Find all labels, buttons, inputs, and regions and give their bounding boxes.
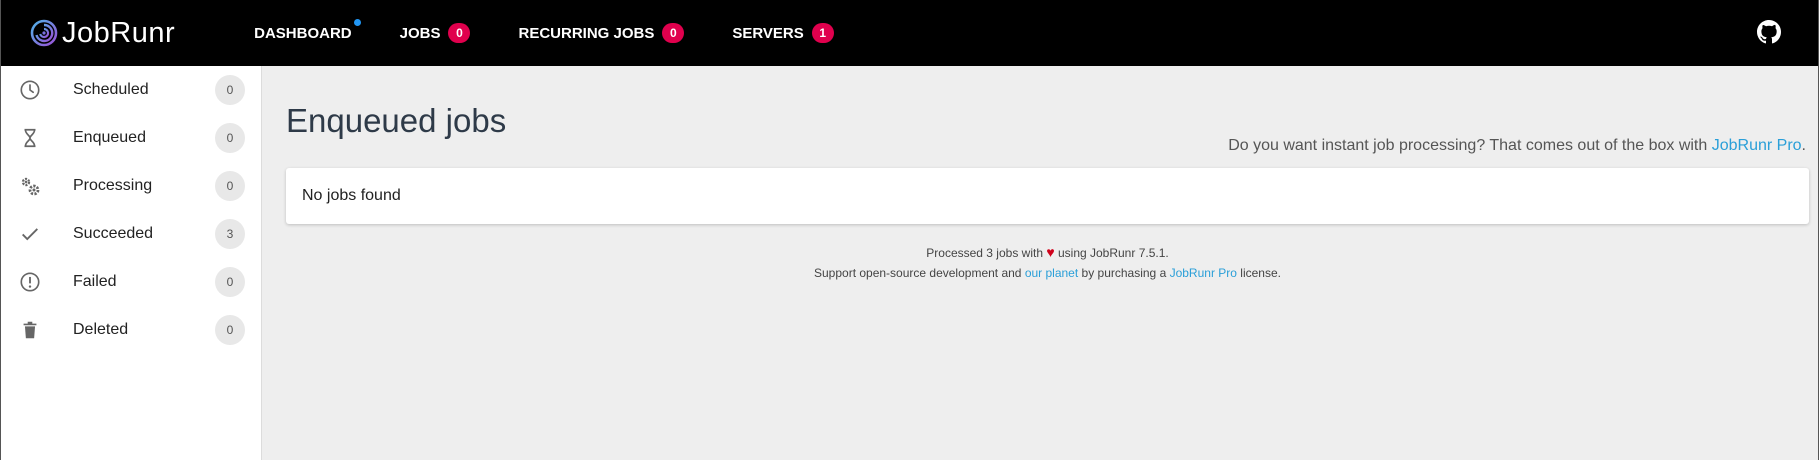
sidebar-item-processing[interactable]: Processing 0 xyxy=(1,162,261,210)
jobrunr-pro-footer-link[interactable]: JobRunr Pro xyxy=(1170,266,1237,280)
footer-text: license. xyxy=(1236,266,1281,280)
nav-dashboard-label: DASHBOARD xyxy=(254,24,352,42)
footer-line-2: Support open-source development and our … xyxy=(286,263,1809,283)
main-content: Enqueued jobs Do you want instant job pr… xyxy=(263,66,1818,460)
main-nav: DASHBOARD JOBS 0 RECURRING JOBS 0 SERVER… xyxy=(254,18,882,43)
sidebar-item-scheduled[interactable]: Scheduled 0 xyxy=(1,66,261,114)
check-icon xyxy=(18,222,42,246)
jobrunr-pro-link[interactable]: JobRunr Pro xyxy=(1712,137,1802,154)
sidebar-item-succeeded[interactable]: Succeeded 3 xyxy=(1,210,261,258)
sidebar-item-deleted[interactable]: Deleted 0 xyxy=(1,306,261,354)
footer-text: Support open-source development and xyxy=(814,266,1025,280)
jobrunr-logo-icon xyxy=(30,19,58,47)
heart-icon: ♥ xyxy=(1046,244,1055,260)
brand-name: JobRunr xyxy=(62,16,176,49)
sidebar-item-label: Succeeded xyxy=(73,225,154,242)
nav-servers-label: SERVERS xyxy=(732,24,804,42)
sidebar-item-enqueued[interactable]: Enqueued 0 xyxy=(1,114,261,162)
notification-dot xyxy=(353,18,361,26)
our-planet-link[interactable]: our planet xyxy=(1025,266,1078,280)
count-badge: 0 xyxy=(215,171,245,201)
pro-promo: Do you want instant job processing? That… xyxy=(1228,137,1806,155)
sidebar-item-failed[interactable]: Failed 0 xyxy=(1,258,261,306)
count-badge: 0 xyxy=(215,75,245,105)
empty-state-message: No jobs found xyxy=(302,187,401,204)
count-badge: 0 xyxy=(215,315,245,345)
sidebar: Scheduled 0 Enqueued 0 Processing 0 Succ… xyxy=(1,66,262,460)
recurring-jobs-count-badge: 0 xyxy=(662,23,685,43)
nav-jobs[interactable]: JOBS 0 xyxy=(400,23,471,43)
jobs-count-badge: 0 xyxy=(448,23,471,43)
github-icon[interactable] xyxy=(1757,20,1781,44)
sidebar-item-label: Processing xyxy=(73,177,153,194)
nav-jobs-label: JOBS xyxy=(399,24,441,42)
nav-servers[interactable]: SERVERS 1 xyxy=(732,23,834,43)
hourglass-icon xyxy=(18,126,42,150)
count-badge: 3 xyxy=(215,219,245,249)
page-title: Enqueued jobs xyxy=(286,102,507,139)
promo-end: . xyxy=(1801,137,1806,154)
alert-circle-icon xyxy=(18,270,42,294)
trash-icon xyxy=(18,318,42,342)
footer-text: by purchasing a xyxy=(1078,266,1170,280)
brand[interactable]: JobRunr xyxy=(30,17,175,50)
top-navbar: JobRunr DASHBOARD JOBS 0 RECURRING JOBS … xyxy=(1,0,1818,66)
nav-recurring-jobs[interactable]: RECURRING JOBS 0 xyxy=(518,23,685,43)
sidebar-item-label: Failed xyxy=(73,273,117,290)
count-badge: 0 xyxy=(215,267,245,297)
gears-icon xyxy=(18,174,42,198)
jobs-table-card: No jobs found xyxy=(286,168,1809,224)
nav-dashboard[interactable]: DASHBOARD xyxy=(254,18,361,42)
footer-text: Processed 3 jobs with xyxy=(926,246,1047,260)
nav-recurring-jobs-label: RECURRING JOBS xyxy=(518,24,655,42)
sidebar-item-label: Deleted xyxy=(73,321,129,338)
footer-text: using JobRunr 7.5.1. xyxy=(1054,246,1169,260)
clock-icon xyxy=(18,78,42,102)
sidebar-item-label: Scheduled xyxy=(73,81,149,98)
promo-text: Do you want instant job processing? That… xyxy=(1228,137,1712,154)
app-window: JobRunr DASHBOARD JOBS 0 RECURRING JOBS … xyxy=(0,0,1819,460)
servers-count-badge: 1 xyxy=(811,23,834,43)
footer: Processed 3 jobs with ♥ using JobRunr 7.… xyxy=(286,242,1809,283)
count-badge: 0 xyxy=(215,123,245,153)
footer-line-1: Processed 3 jobs with ♥ using JobRunr 7.… xyxy=(286,242,1809,263)
sidebar-item-label: Enqueued xyxy=(73,129,146,146)
